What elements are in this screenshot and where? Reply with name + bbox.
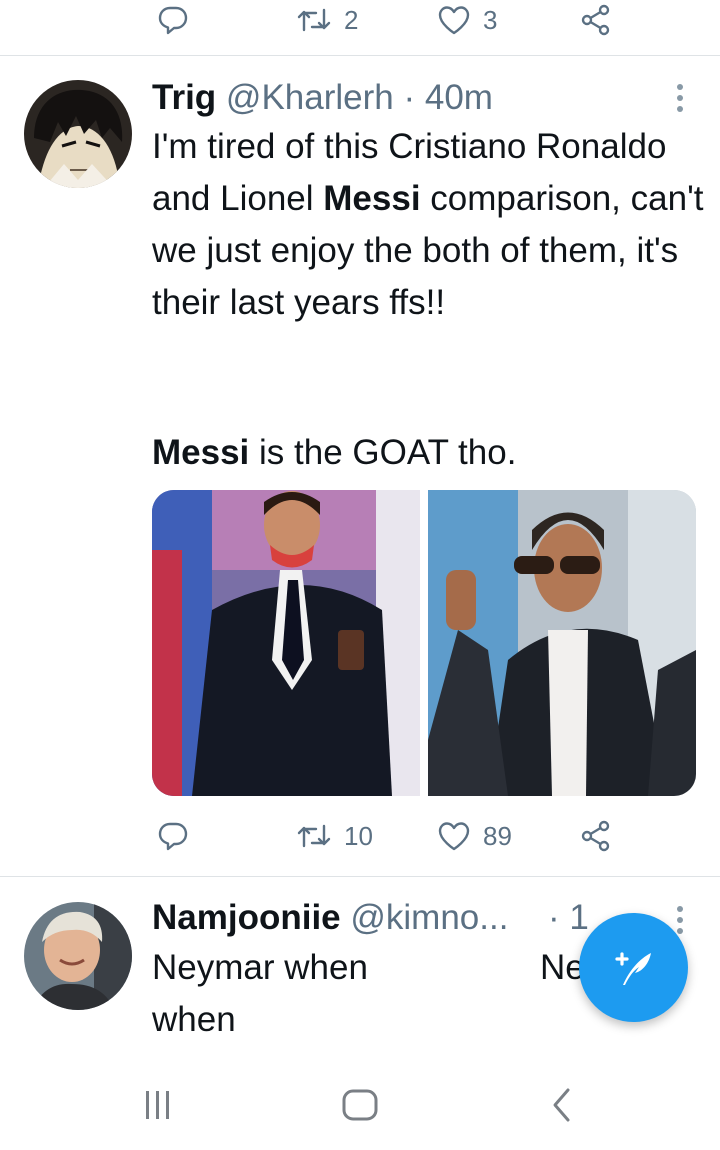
compose-tweet-button[interactable]	[579, 913, 688, 1022]
retweet-button[interactable]: 10	[296, 816, 373, 856]
tweet-header: Trig @Kharlerh · 40m	[152, 78, 493, 118]
like-count: 89	[483, 820, 512, 851]
tweet-photo-right[interactable]	[428, 490, 696, 796]
tweet-photo-left[interactable]	[152, 490, 420, 796]
home-icon	[342, 1089, 378, 1121]
more-options-button[interactable]	[674, 84, 686, 112]
tweet-text-part: is the GOAT tho.	[249, 433, 517, 472]
like-count: 3	[483, 4, 498, 35]
tweet-text: I'm tired of this Cristiano Ronaldo and …	[152, 121, 712, 329]
compose-tweet-icon	[614, 951, 651, 985]
more-icon-dot	[677, 917, 683, 923]
reply-button[interactable]	[157, 816, 189, 856]
more-icon-dot	[677, 106, 683, 112]
tweet-text: Neymar when	[152, 948, 368, 987]
tweet-text-bold: Messi	[323, 179, 421, 218]
retweet-button[interactable]: 2	[296, 0, 358, 40]
handle-and-time: @Kharlerh · 40m	[225, 78, 493, 117]
tweet-text-second-paragraph: Messi is the GOAT tho.	[152, 427, 712, 479]
display-name[interactable]: Trig	[152, 78, 216, 117]
back-button[interactable]	[532, 1080, 592, 1130]
more-icon-dot	[677, 84, 683, 90]
tweet-header: Namjooniie @kimno...	[152, 898, 508, 938]
retweet-icon	[297, 8, 331, 32]
recent-apps-icon	[146, 1091, 169, 1119]
reply-icon	[158, 6, 188, 35]
previous-tweet-actions: 2 3	[0, 0, 720, 50]
share-icon	[581, 820, 610, 852]
more-options-button[interactable]	[674, 906, 686, 934]
divider	[0, 876, 720, 877]
heart-icon	[438, 822, 470, 851]
retweet-icon	[297, 824, 331, 848]
avatar[interactable]	[24, 902, 132, 1010]
heart-icon	[438, 6, 470, 35]
share-button[interactable]	[580, 0, 612, 40]
handle: @kimno...	[350, 898, 509, 937]
tweet-text-bold: Messi	[152, 433, 250, 472]
divider	[0, 55, 720, 56]
home-button[interactable]	[330, 1080, 390, 1130]
reply-button[interactable]	[157, 0, 189, 40]
retweet-count: 2	[344, 4, 359, 35]
tweet-media	[152, 490, 696, 796]
more-icon-dot	[677, 906, 683, 912]
tweet-time: · 1	[548, 898, 589, 937]
more-icon-dot	[677, 928, 683, 934]
retweet-count: 10	[344, 820, 373, 851]
like-button[interactable]: 3	[437, 0, 497, 40]
reply-icon	[158, 822, 188, 851]
system-navigation-bar	[0, 1060, 720, 1150]
avatar[interactable]	[24, 80, 132, 188]
like-button[interactable]: 89	[437, 816, 512, 856]
recent-apps-button[interactable]	[128, 1080, 188, 1130]
tweet-actions: 10 89	[0, 816, 720, 866]
more-icon-dot	[677, 95, 683, 101]
display-name[interactable]: Namjooniie	[152, 898, 341, 937]
tweet-text: when	[152, 1000, 236, 1039]
share-button[interactable]	[580, 816, 612, 856]
back-icon	[553, 1088, 570, 1122]
share-icon	[581, 4, 610, 36]
